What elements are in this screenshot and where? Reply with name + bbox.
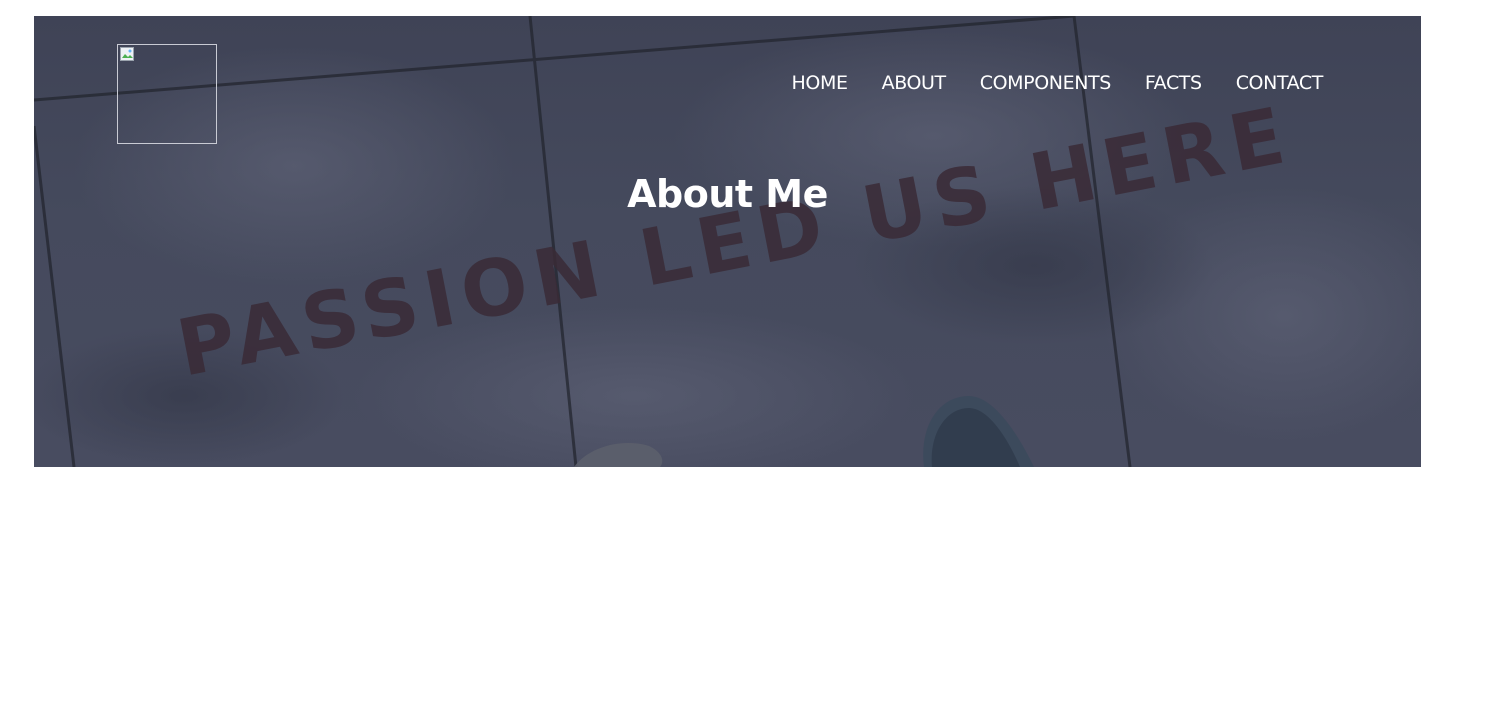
nav-about-link[interactable]: ABOUT [882,69,947,97]
nav-home-link[interactable]: HOME [792,69,848,97]
nav-facts-link[interactable]: FACTS [1145,69,1202,97]
site-logo[interactable] [117,44,217,144]
hero-banner: PASSION LED US HERE HOME ABOUT COMPONENT… [34,16,1421,467]
nav-contact-link[interactable]: CONTACT [1236,69,1324,97]
page-title: About Me [627,172,828,216]
nav-components-link[interactable]: COMPONENTS [980,69,1112,97]
main-navigation: HOME ABOUT COMPONENTS FACTS CONTACT [758,69,1324,97]
broken-image-icon [120,47,134,61]
